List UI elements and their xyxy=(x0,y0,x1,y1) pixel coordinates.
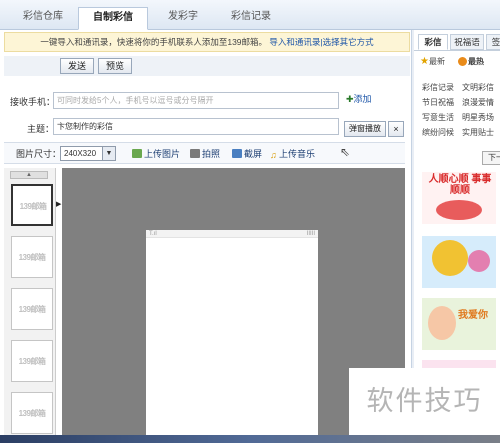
phone-preview[interactable]: T.ıl IIIII xyxy=(146,230,318,435)
subject-label: 主题： xyxy=(27,124,55,134)
thumbnail-2[interactable]: 139邮箱 xyxy=(11,236,53,278)
sidebar-divider xyxy=(414,50,500,51)
upload-image-label: 上传图片 xyxy=(144,149,181,159)
mouse-cursor-icon: ⇖ xyxy=(340,145,351,159)
screenshot-button[interactable]: 截屏 xyxy=(232,147,262,160)
category-item[interactable]: 写意生活 xyxy=(422,112,454,123)
top-tab-bar: 彩信仓库 自制彩信 发彩字 彩信记录 xyxy=(0,0,500,30)
hot-icon xyxy=(458,57,467,66)
upload-music-button[interactable]: ♫ 上传音乐 xyxy=(270,147,315,160)
sidebar-tab-greetings[interactable]: 祝福语 xyxy=(450,34,484,50)
plus-icon: ✚ xyxy=(346,94,354,104)
mms-card-2[interactable] xyxy=(422,236,496,288)
star-icon: ★ xyxy=(420,56,429,67)
filter-hot[interactable]: 最热 xyxy=(458,56,484,67)
next-page-button[interactable]: 下一 xyxy=(482,151,500,165)
filter-hot-label: 最热 xyxy=(468,57,484,66)
category-item[interactable]: 缤纷问候 xyxy=(422,127,454,138)
taskbar xyxy=(0,435,500,443)
category-item[interactable]: 彩信记录 xyxy=(422,82,454,93)
cartoon-character-icon xyxy=(432,240,468,276)
upload-image-icon xyxy=(132,149,142,158)
heart-balloon-icon xyxy=(468,250,490,272)
category-item[interactable]: 节日祝福 xyxy=(422,97,454,108)
screenshot-icon xyxy=(232,149,242,158)
image-size-value: 240X320 xyxy=(64,149,97,158)
import-contacts-link[interactable]: 导入和通讯录 xyxy=(269,37,320,47)
sidebar-tab-signature[interactable]: 签 xyxy=(486,34,500,50)
subject-input[interactable]: 卞您制作的彩信 xyxy=(53,118,339,135)
thumbnail-logo: 139邮箱 xyxy=(18,357,46,366)
thumbnail-3[interactable]: 139邮箱 xyxy=(11,288,53,330)
music-note-icon: ♫ xyxy=(270,150,277,160)
take-photo-label: 拍照 xyxy=(202,149,221,159)
import-notice: 一键导入和通讯录，快速将你的手机联系人添加至139邮箱。 导入和通讯录|选择其它… xyxy=(4,32,410,52)
tab-send-color-text[interactable]: 发彩字 xyxy=(150,7,216,30)
send-button[interactable]: 发送 xyxy=(60,58,94,74)
filter-latest[interactable]: ★最新 xyxy=(420,56,445,67)
watermark: 软件技巧 xyxy=(349,368,500,435)
thumbnail-1[interactable]: 139邮箱 xyxy=(11,184,53,226)
chevron-down-icon: ▼ xyxy=(102,147,115,160)
card-caption: 我爱你 xyxy=(458,310,488,321)
camera-icon xyxy=(190,149,200,158)
thumbnail-logo: 139邮箱 xyxy=(19,202,47,211)
tab-custom-mms[interactable]: 自制彩信 xyxy=(78,7,148,30)
take-photo-button[interactable]: 拍照 xyxy=(190,147,220,160)
filter-latest-label: 最新 xyxy=(428,57,445,66)
category-item[interactable]: 实用贴士 xyxy=(462,127,494,138)
thumbnail-logo: 139邮箱 xyxy=(18,253,46,262)
notice-text: 一键导入和通讯录，快速将你的手机联系人添加至139邮箱。 xyxy=(40,37,268,47)
signal-icon: T.ıl xyxy=(149,231,157,237)
add-recipient-link[interactable]: ✚添加 xyxy=(346,92,372,105)
flower-icon xyxy=(436,200,482,220)
image-size-select[interactable]: 240X320 ▼ xyxy=(60,146,116,161)
category-item[interactable]: 浪漫爱情 xyxy=(462,97,494,108)
card-caption: 人顺心顺 事事顺顺 xyxy=(428,174,492,196)
sidebar-tab-mms[interactable]: 彩信 xyxy=(418,34,448,50)
thumbnail-logo: 139邮箱 xyxy=(18,305,46,314)
thumbnail-strip: ▲ 139邮箱 139邮箱 139邮箱 139邮箱 139邮箱 xyxy=(4,168,56,435)
battery-icon: IIIII xyxy=(306,231,315,237)
tab-mms-records[interactable]: 彩信记录 xyxy=(218,7,284,30)
category-item[interactable]: 明星秀场 xyxy=(462,112,494,123)
tab-mms-library[interactable]: 彩信仓库 xyxy=(10,7,76,30)
screenshot-label: 截屏 xyxy=(244,149,263,159)
editor-toolbar: 图片尺寸： 240X320 ▼ 上传图片 拍照 截屏 ♫ 上传音乐 ⇖ xyxy=(4,142,405,164)
mms-card-3[interactable]: 我爱你 xyxy=(422,298,496,350)
add-label: 添加 xyxy=(353,94,372,104)
phone-status-bar: T.ıl IIIII xyxy=(146,230,318,238)
recipient-label: 接收手机： xyxy=(10,97,56,107)
close-icon[interactable]: × xyxy=(388,121,404,137)
preview-button[interactable]: 预览 xyxy=(98,58,132,74)
selected-pointer-icon: ▶ xyxy=(56,201,62,208)
popup-play-button[interactable]: 弹窗播放 xyxy=(344,121,386,137)
recipient-input[interactable]: 可同时发给5个人，手机号以逗号或分号隔开 xyxy=(53,92,339,109)
thumbnail-logo: 139邮箱 xyxy=(18,409,46,418)
other-method-link[interactable]: 选择其它方式 xyxy=(323,37,374,47)
cartoon-couple-icon xyxy=(428,306,456,340)
thumbnail-5[interactable]: 139邮箱 xyxy=(11,392,53,434)
thumbnail-4[interactable]: 139邮箱 xyxy=(11,340,53,382)
action-bar: 发送 预览 xyxy=(4,56,410,76)
scroll-up-icon[interactable]: ▲ xyxy=(10,171,48,179)
image-size-label: 图片尺寸： xyxy=(16,149,62,159)
upload-image-button[interactable]: 上传图片 xyxy=(132,147,180,160)
category-item[interactable]: 文明彩信 xyxy=(462,82,494,93)
mms-card-1[interactable]: 人顺心顺 事事顺顺 xyxy=(422,172,496,224)
upload-music-label: 上传音乐 xyxy=(279,149,316,159)
